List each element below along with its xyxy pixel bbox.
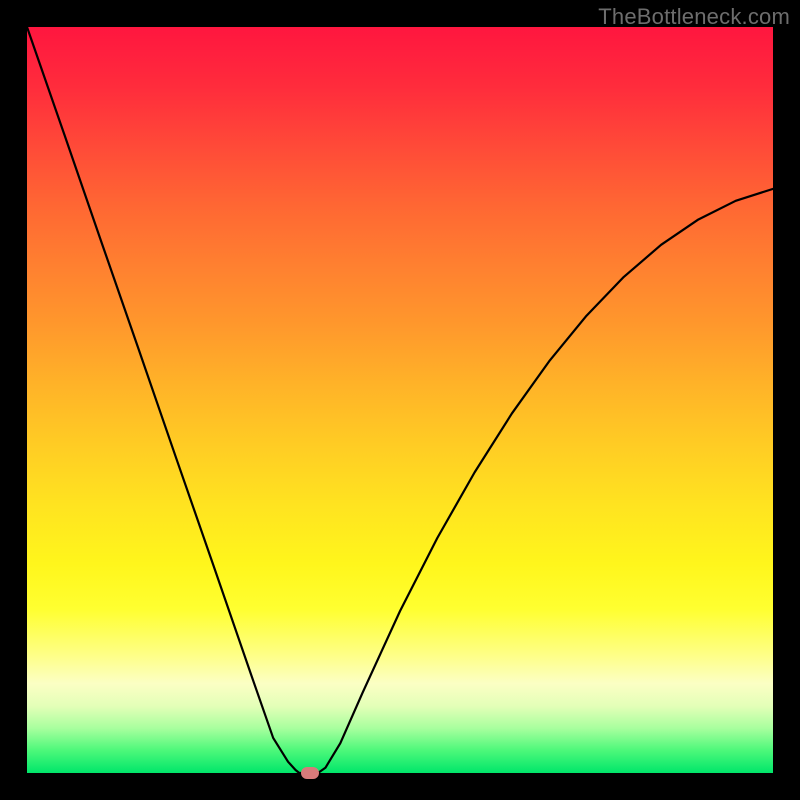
chart-frame: TheBottleneck.com	[0, 0, 800, 800]
plot-area	[27, 27, 773, 773]
optimal-point-marker	[301, 767, 319, 779]
bottleneck-curve	[27, 27, 773, 773]
watermark-text: TheBottleneck.com	[598, 4, 790, 30]
